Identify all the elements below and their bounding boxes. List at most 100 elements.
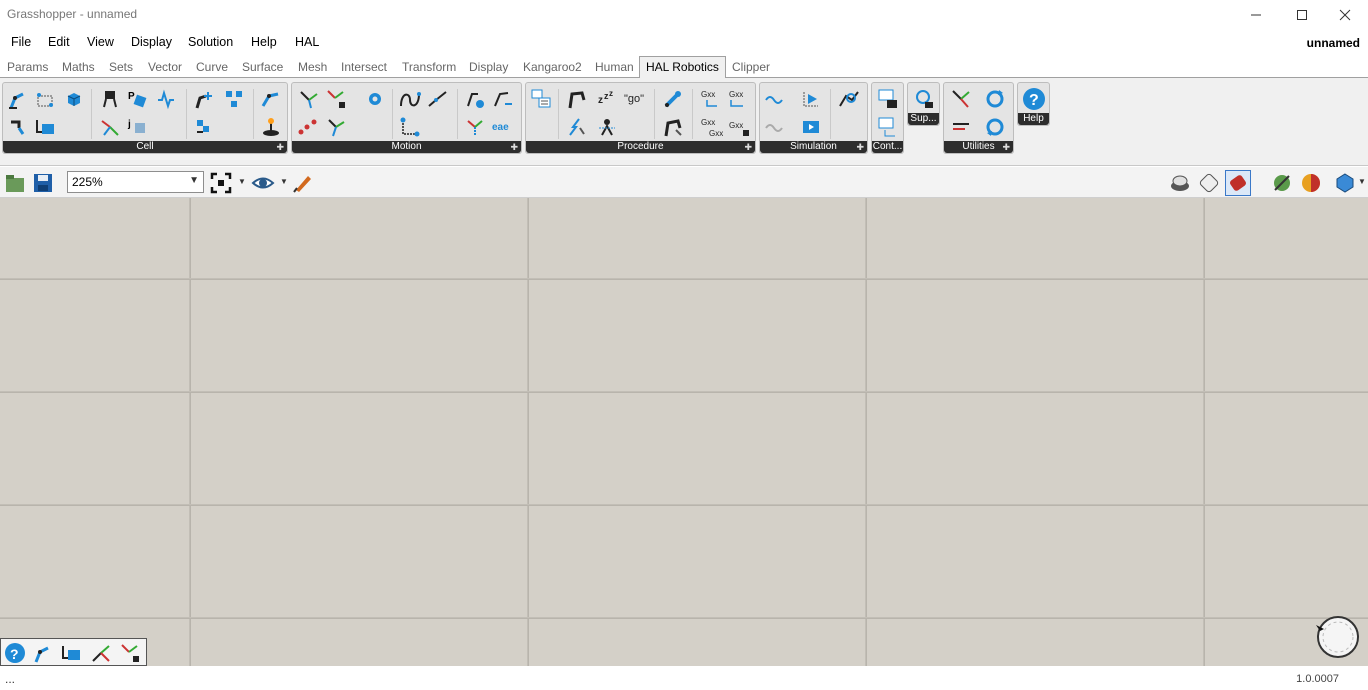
controller-export-icon[interactable] [875, 114, 901, 140]
preview-button[interactable] [250, 170, 276, 196]
tab-intersect[interactable]: Intersect [341, 60, 387, 74]
external-axes-icon[interactable]: eae [490, 114, 516, 140]
tab-surface[interactable]: Surface [242, 60, 283, 74]
target-frame-icon[interactable] [295, 86, 321, 112]
open-file-button[interactable] [2, 170, 28, 196]
expand-icon[interactable]: ✚ [276, 141, 284, 153]
tab-maths[interactable]: Maths [62, 60, 95, 74]
joystick-icon[interactable] [258, 114, 284, 140]
frame-transform-icon[interactable] [323, 114, 349, 140]
procedure-list-icon[interactable] [528, 86, 554, 112]
controller-icon[interactable] [32, 114, 58, 140]
controller-upload-icon[interactable] [875, 86, 901, 112]
solver-disabled-icon[interactable] [762, 114, 788, 140]
speed-settings-icon[interactable] [490, 86, 516, 112]
mini-target-list-icon[interactable] [117, 640, 143, 666]
maximize-button[interactable] [1279, 0, 1325, 30]
motion-settings-icon[interactable] [462, 86, 488, 112]
navigation-widget[interactable] [1316, 615, 1360, 659]
expand-icon[interactable]: ✚ [1002, 141, 1010, 153]
expand-icon[interactable]: ✚ [744, 141, 752, 153]
gcode-import-icon[interactable]: Gxx [698, 86, 724, 112]
wait-icon[interactable]: zzz [594, 86, 620, 112]
frame-icon[interactable] [97, 114, 123, 140]
solver-icon[interactable] [762, 86, 788, 112]
tab-hal-robotics[interactable]: HAL Robotics [639, 56, 726, 79]
tool-mount-icon[interactable] [5, 114, 31, 140]
gcode-parse-icon[interactable]: Gxx [726, 86, 752, 112]
robot-pose-icon[interactable] [258, 86, 284, 112]
gcode-list-icon[interactable]: Gxx [726, 114, 752, 140]
network-icon[interactable] [221, 86, 247, 112]
menu-display[interactable]: Display [131, 35, 172, 49]
preview-wireframe-button[interactable] [1167, 170, 1193, 196]
joint-icon[interactable]: j [125, 114, 151, 140]
bake-button[interactable] [1269, 170, 1295, 196]
mini-help-icon[interactable]: ? [2, 640, 28, 666]
supervisor-icon[interactable] [911, 86, 937, 112]
cell-assembly-icon[interactable] [32, 86, 58, 112]
menu-file[interactable]: File [11, 35, 31, 49]
minimize-button[interactable] [1233, 0, 1279, 30]
tab-display[interactable]: Display [469, 60, 508, 74]
tool-change-icon[interactable] [660, 86, 686, 112]
robot-arm-icon[interactable] [5, 86, 31, 112]
signal-change-icon[interactable] [564, 114, 590, 140]
expand-icon[interactable]: ✚ [510, 141, 518, 153]
material-button[interactable] [1298, 170, 1324, 196]
settings-icon[interactable] [362, 86, 388, 112]
sync-icon[interactable] [982, 114, 1008, 140]
gcode-export-icon[interactable]: Gxx Gxx [698, 114, 724, 140]
chain-icon[interactable] [191, 114, 217, 140]
tab-mesh[interactable]: Mesh [298, 60, 327, 74]
zoom-extents-button[interactable] [208, 170, 234, 196]
canvas[interactable] [0, 198, 1368, 666]
custom-action-icon[interactable]: "go" [622, 86, 648, 112]
help-icon[interactable]: ? [1021, 86, 1047, 112]
tab-vector[interactable]: Vector [148, 60, 182, 74]
reference-change-icon[interactable] [660, 114, 686, 140]
spline-path-icon[interactable] [425, 86, 451, 112]
display-mode-dropdown-icon[interactable]: ▼ [1358, 177, 1366, 186]
frame-utility-icon[interactable] [948, 86, 974, 112]
tab-sets[interactable]: Sets [109, 60, 133, 74]
mechanism-add-icon[interactable] [191, 86, 217, 112]
mini-frame-icon[interactable] [88, 640, 114, 666]
display-mode-button[interactable] [1332, 170, 1358, 196]
menu-solution[interactable]: Solution [188, 35, 233, 49]
refresh-icon[interactable] [982, 86, 1008, 112]
list-utility-icon[interactable] [948, 114, 974, 140]
move-procedure-icon[interactable] [564, 86, 590, 112]
preview-selected-button[interactable] [1225, 170, 1251, 196]
zoom-select[interactable]: 225% ▼ [67, 171, 204, 193]
preview-dropdown-icon[interactable]: ▼ [280, 177, 288, 186]
close-button[interactable] [1322, 0, 1368, 30]
tab-kangaroo2[interactable]: Kangaroo2 [523, 60, 582, 74]
menu-view[interactable]: View [87, 35, 114, 49]
human-action-icon[interactable] [594, 114, 620, 140]
tab-curve[interactable]: Curve [196, 60, 228, 74]
preview-shaded-button[interactable] [1196, 170, 1222, 196]
part-icon[interactable]: P [125, 86, 151, 112]
menu-help[interactable]: Help [251, 35, 277, 49]
mini-robot-arm-icon[interactable] [30, 640, 56, 666]
sketch-button[interactable] [290, 170, 316, 196]
tab-human[interactable]: Human [595, 60, 634, 74]
tab-clipper[interactable]: Clipper [732, 60, 770, 74]
zoom-extents-dropdown-icon[interactable]: ▼ [238, 177, 246, 186]
menu-edit[interactable]: Edit [48, 35, 70, 49]
expand-icon[interactable]: ✚ [856, 141, 864, 153]
cube-icon[interactable] [61, 86, 87, 112]
target-list-icon[interactable] [323, 86, 349, 112]
mini-controller-icon[interactable] [58, 640, 84, 666]
menu-hal[interactable]: HAL [295, 35, 319, 49]
path-points-icon[interactable] [295, 114, 321, 140]
inspect-icon[interactable] [836, 86, 862, 112]
tab-params[interactable]: Params [7, 60, 48, 74]
tab-transform[interactable]: Transform [402, 60, 456, 74]
simulation-icon[interactable] [798, 86, 824, 112]
signal-icon[interactable] [153, 86, 179, 112]
save-button[interactable] [30, 170, 56, 196]
play-video-icon[interactable] [798, 114, 824, 140]
blend-settings-icon[interactable] [462, 114, 488, 140]
